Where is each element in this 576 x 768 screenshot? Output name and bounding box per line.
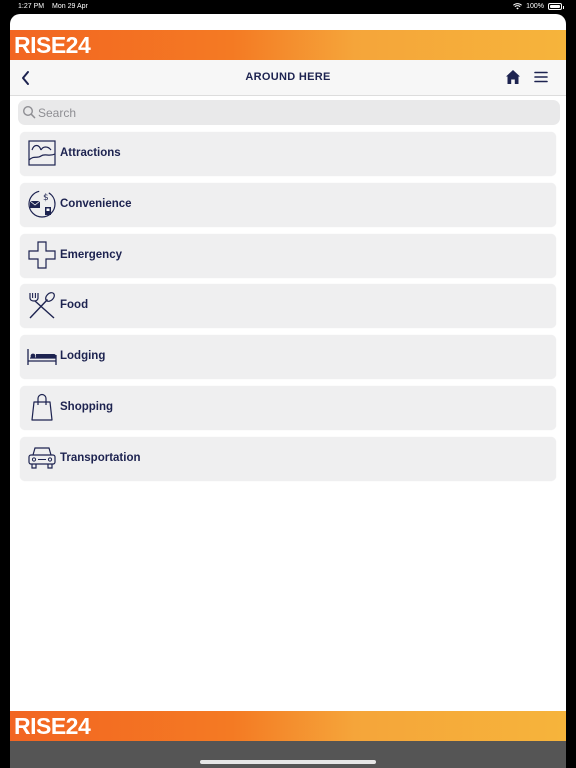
list-item-label: Transportation [60, 451, 141, 464]
hamburger-menu-icon [534, 71, 548, 83]
list-item-label: Convenience [60, 197, 132, 210]
page-title: AROUND HERE [245, 71, 331, 83]
list-item-label: Emergency [60, 248, 123, 261]
app-window: RISE24 AROUND HERE Search Attractions $ … [10, 14, 566, 768]
landscape-icon [28, 140, 56, 166]
list-item-shopping[interactable]: Shopping [20, 385, 556, 430]
bed-icon [27, 349, 57, 366]
list-item-label: Attractions [60, 147, 121, 159]
rise24-logo: RISE24 [14, 713, 91, 739]
cross-icon [28, 240, 56, 269]
status-bar: 1:27 PM Mon 29 Apr 100% [0, 0, 576, 14]
search-bar [18, 100, 560, 125]
list-item-transportation[interactable]: Transportation [20, 436, 556, 481]
brand-banner-top: RISE24 [10, 30, 566, 60]
list-item-emergency[interactable]: Emergency [20, 233, 556, 278]
list-item-label: Food [60, 299, 89, 312]
search-icon [22, 105, 36, 119]
list-item-food[interactable]: Food [20, 284, 556, 329]
list-item-label: Lodging [60, 350, 106, 363]
list-item-attractions[interactable]: Attractions [20, 132, 556, 176]
convenience-icon: $ [28, 190, 56, 218]
category-list: Attractions $ Convenience Emergency Food… [20, 132, 556, 488]
brand-banner-bottom: RISE24 [10, 711, 566, 741]
home-button[interactable] [504, 68, 522, 86]
battery-percent: 100% [526, 3, 544, 10]
navigation-bar: AROUND HERE [10, 60, 566, 96]
list-item-label: Shopping [60, 400, 114, 413]
home-icon [506, 70, 520, 84]
car-icon [28, 447, 56, 469]
fork-spoon-icon [29, 292, 55, 319]
search-input[interactable] [38, 103, 548, 122]
battery-level [550, 5, 560, 8]
status-time: 1:27 PM [18, 3, 45, 10]
battery-icon [548, 3, 564, 10]
wifi-icon [513, 3, 523, 10]
rise24-logo: RISE24 [14, 32, 91, 58]
shopping-bag-icon [31, 393, 53, 421]
list-item-lodging[interactable]: Lodging [20, 335, 556, 380]
status-date: Mon 29 Apr [52, 3, 88, 10]
list-item-convenience[interactable]: $ Convenience [20, 182, 556, 227]
menu-button[interactable] [532, 68, 550, 86]
svg-text:$: $ [43, 193, 49, 203]
home-indicator[interactable] [200, 760, 376, 764]
